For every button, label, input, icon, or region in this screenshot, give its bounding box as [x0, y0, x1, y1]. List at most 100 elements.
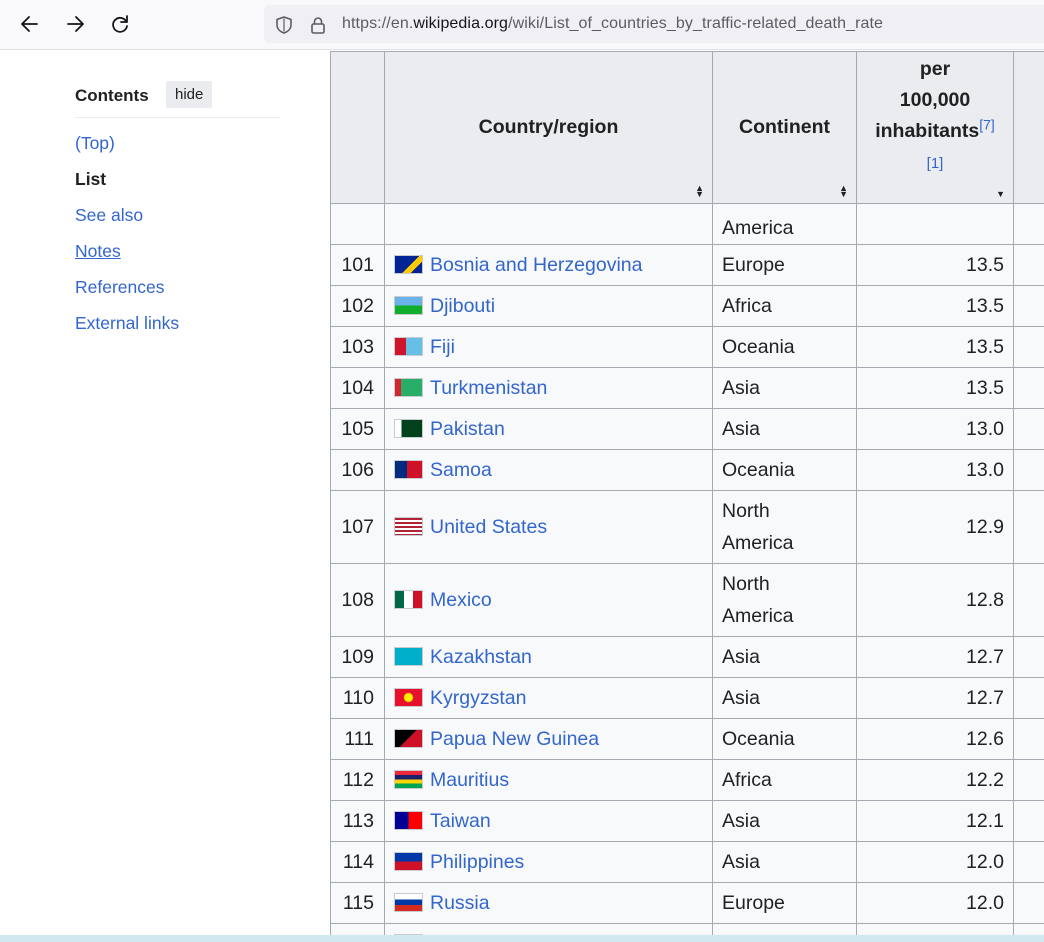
table-row: 104 Turkmenistan Asia 13.5 — [330, 367, 1044, 409]
table-row: 114 Philippines Asia 12.0 — [330, 841, 1044, 883]
table-row: 106 Samoa Oceania 13.0 — [330, 449, 1044, 491]
table-row: 115 Russia Europe 12.0 — [330, 882, 1044, 924]
back-button[interactable] — [16, 10, 44, 38]
header-rate-line2: 100,000 — [899, 89, 971, 111]
header-next-column[interactable] — [1013, 51, 1044, 204]
header-rate-line3: inhabitants — [875, 120, 980, 142]
rank-cell: 111 — [330, 718, 385, 760]
country-cell: Fiji — [384, 326, 713, 368]
country-link[interactable]: United States — [430, 516, 547, 538]
toc-item-notes[interactable]: Notes — [75, 239, 179, 275]
toc-item-see-also[interactable]: See also — [75, 203, 179, 239]
forward-button[interactable] — [61, 10, 89, 38]
header-continent[interactable]: Continent ▲ ▼ — [712, 51, 857, 204]
next-cell — [1013, 923, 1044, 935]
table-row: 112 Mauritius Africa 12.2 — [330, 759, 1044, 801]
flag-icon[interactable] — [394, 255, 423, 274]
flag-icon[interactable] — [394, 811, 423, 830]
flag-icon[interactable] — [394, 337, 423, 356]
country-cell: United States — [384, 490, 713, 564]
toc-hide-button[interactable]: hide — [166, 81, 213, 108]
country-cell: Mauritius — [384, 759, 713, 801]
toc-item-top[interactable]: (Top) — [75, 131, 179, 167]
next-cell — [1013, 408, 1044, 450]
address-bar[interactable]: https://en.wikipedia.org/wiki/List_of_co… — [264, 5, 1044, 43]
reload-button[interactable] — [106, 10, 134, 38]
country-link[interactable]: Turkmenistan — [430, 377, 547, 399]
country-link[interactable]: Djibouti — [430, 295, 495, 317]
country-cell: Timor-Leste — [384, 923, 713, 935]
country-link[interactable]: Fiji — [430, 336, 455, 358]
shield-icon[interactable] — [274, 15, 294, 35]
rate-cell: 12.6 — [856, 718, 1014, 760]
toc-sidebar: Contents hide (Top) List See also Notes … — [0, 51, 331, 942]
header-continent-label: Continent — [739, 116, 830, 138]
country-cell: Taiwan — [384, 800, 713, 842]
header-rate-line1: per — [919, 58, 951, 80]
next-cell — [1013, 490, 1044, 564]
country-cell: Russia — [384, 882, 713, 924]
flag-icon[interactable] — [394, 296, 423, 315]
toc-item-list[interactable]: List — [75, 167, 179, 203]
url-domain: wikipedia.org — [413, 15, 509, 32]
country-link[interactable]: Kyrgyzstan — [430, 687, 526, 709]
country-cell: Turkmenistan — [384, 367, 713, 409]
toc-header: Contents hide — [75, 81, 280, 118]
rate-cell: 12.8 — [856, 563, 1014, 637]
flag-icon[interactable] — [394, 647, 423, 666]
country-link[interactable]: Russia — [430, 892, 490, 914]
url-text[interactable]: https://en.wikipedia.org/wiki/List_of_co… — [342, 15, 883, 33]
country-cell: Papua New Guinea — [384, 718, 713, 760]
country-cell: Bosnia and Herzegovina — [384, 244, 713, 286]
reference-link[interactable]: [1] — [927, 155, 944, 172]
sort-desc-icon[interactable]: ▼ — [996, 190, 1005, 199]
country-link[interactable]: Mexico — [430, 589, 492, 611]
flag-icon[interactable] — [394, 893, 423, 912]
flag-icon[interactable] — [394, 688, 423, 707]
country-link[interactable]: Papua New Guinea — [430, 728, 599, 750]
rank-cell: 114 — [330, 841, 385, 883]
partial-row: America — [330, 203, 1044, 245]
next-cell — [1013, 718, 1044, 760]
country-link[interactable]: Bosnia and Herzegovina — [430, 254, 642, 276]
rank-cell: 115 — [330, 882, 385, 924]
flag-icon[interactable] — [394, 419, 423, 438]
toc-item-references[interactable]: References — [75, 275, 179, 311]
next-cell — [1013, 326, 1044, 368]
country-link[interactable]: Philippines — [430, 851, 524, 873]
country-link[interactable]: Taiwan — [430, 810, 491, 832]
rank-cell: 106 — [330, 449, 385, 491]
lock-icon[interactable] — [308, 15, 328, 35]
flag-icon[interactable] — [394, 517, 423, 536]
continent-cell: America — [712, 203, 857, 245]
header-rate[interactable]: per 100,000 inhabitants[7] [1] ▼ — [856, 51, 1014, 204]
next-cell — [1013, 203, 1044, 245]
table-row: 116Timor-LesteAsia11.9 — [330, 923, 1044, 935]
country-cell: Pakistan — [384, 408, 713, 450]
table-row: 102 Djibouti Africa 13.5 — [330, 285, 1044, 327]
country-link[interactable]: Pakistan — [430, 418, 505, 440]
header-country[interactable]: Country/region ▲ ▼ — [384, 51, 713, 204]
continent-cell: Asia — [712, 841, 857, 883]
rate-cell: 12.2 — [856, 759, 1014, 801]
flag-icon[interactable] — [394, 729, 423, 748]
flag-icon[interactable] — [394, 770, 423, 789]
country-link[interactable]: Mauritius — [430, 769, 509, 791]
continent-cell: Oceania — [712, 718, 857, 760]
footnote-link[interactable]: [7] — [979, 117, 995, 133]
country-cell: Kazakhstan — [384, 636, 713, 678]
country-link[interactable]: Kazakhstan — [430, 646, 532, 668]
next-cell — [1013, 636, 1044, 678]
header-rank[interactable] — [330, 51, 385, 204]
next-cell — [1013, 800, 1044, 842]
sort-icon[interactable]: ▲ ▼ — [695, 184, 704, 199]
flag-icon[interactable] — [394, 460, 423, 479]
rate-cell: 12.7 — [856, 636, 1014, 678]
flag-icon[interactable] — [394, 852, 423, 871]
table-row: 113 Taiwan Asia 12.1 — [330, 800, 1044, 842]
sort-icon[interactable]: ▲ ▼ — [839, 184, 848, 199]
flag-icon[interactable] — [394, 378, 423, 397]
toc-item-external-links[interactable]: External links — [75, 311, 179, 347]
country-link[interactable]: Samoa — [430, 459, 492, 481]
flag-icon[interactable] — [394, 590, 423, 609]
